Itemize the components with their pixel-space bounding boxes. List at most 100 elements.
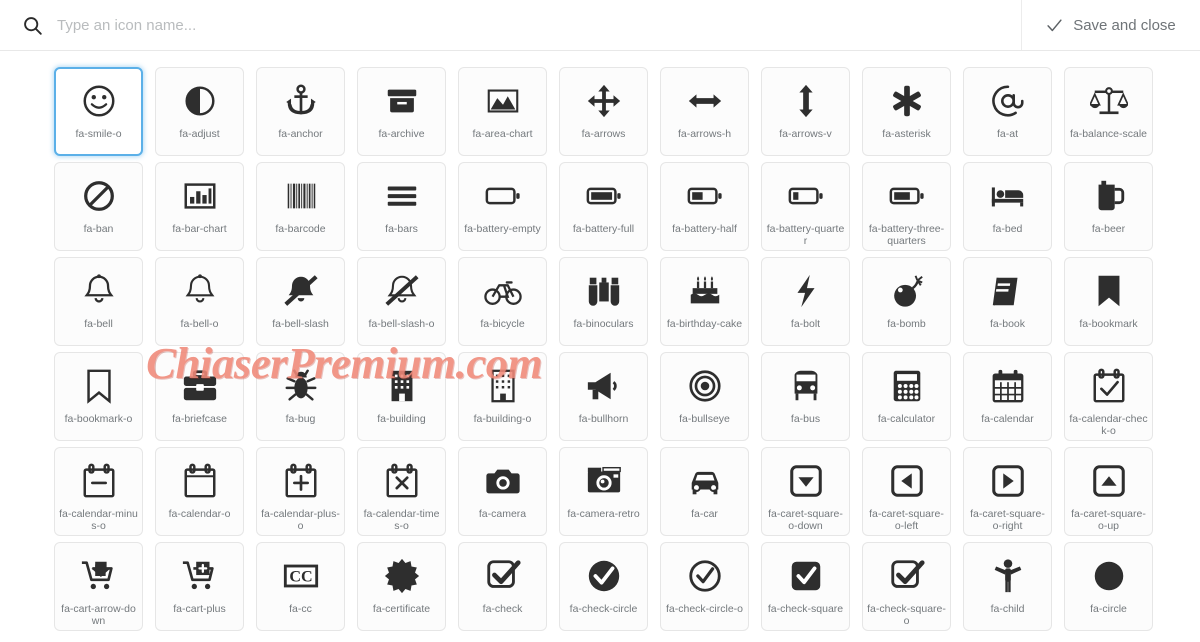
icon-tile-fa-circle[interactable]: fa-circle	[1064, 542, 1153, 631]
search-area[interactable]	[0, 0, 1022, 50]
icon-cell: fa-anchor	[250, 67, 351, 162]
icon-tile-fa-cart-arrow-down[interactable]: fa-cart-arrow-down	[54, 542, 143, 631]
icon-tile-fa-camera[interactable]: fa-camera	[458, 447, 547, 536]
barcode-icon	[281, 176, 321, 216]
icon-tile-fa-balance-scale[interactable]: fa-balance-scale	[1064, 67, 1153, 156]
icon-tile-fa-battery-empty[interactable]: fa-battery-empty	[458, 162, 547, 251]
icon-tile-fa-at[interactable]: fa-at	[963, 67, 1052, 156]
icon-tile-fa-caret-square-o-left[interactable]: fa-caret-square-o-left	[862, 447, 951, 536]
search-input[interactable]	[57, 0, 1021, 50]
icon-label: fa-camera-retro	[567, 508, 640, 520]
icon-tile-fa-bars[interactable]: fa-bars	[357, 162, 446, 251]
icon-tile-fa-area-chart[interactable]: fa-area-chart	[458, 67, 547, 156]
icon-tile-fa-arrows[interactable]: fa-arrows	[559, 67, 648, 156]
icon-tile-fa-bell[interactable]: fa-bell	[54, 257, 143, 346]
icon-tile-fa-check-square-o[interactable]: fa-check-square-o	[862, 542, 951, 631]
icon-tile-fa-barcode[interactable]: fa-barcode	[256, 162, 345, 251]
icon-label: fa-cart-arrow-down	[61, 603, 136, 627]
icon-tile-fa-battery-quarter[interactable]: fa-battery-quarter	[761, 162, 850, 251]
icon-label: fa-arrows-h	[677, 128, 732, 140]
check-icon	[1046, 17, 1063, 34]
icon-cell: fa-calendar-o	[149, 447, 250, 542]
icon-tile-fa-archive[interactable]: fa-archive	[357, 67, 446, 156]
bar-chart-icon	[180, 176, 220, 216]
icon-tile-fa-battery-three-quarters[interactable]: fa-battery-three-quarters	[862, 162, 951, 251]
icon-tile-fa-bar-chart[interactable]: fa-bar-chart	[155, 162, 244, 251]
icon-tile-fa-calendar[interactable]: fa-calendar	[963, 352, 1052, 441]
icon-label: fa-check-square-o	[867, 603, 946, 627]
icon-tile-fa-arrows-h[interactable]: fa-arrows-h	[660, 67, 749, 156]
icon-tile-fa-calendar-minus-o[interactable]: fa-calendar-minus-o	[54, 447, 143, 536]
icon-tile-fa-caret-square-o-right[interactable]: fa-caret-square-o-right	[963, 447, 1052, 536]
icon-tile-fa-bullhorn[interactable]: fa-bullhorn	[559, 352, 648, 441]
icon-tile-fa-bicycle[interactable]: fa-bicycle	[458, 257, 547, 346]
icon-tile-fa-beer[interactable]: fa-beer	[1064, 162, 1153, 251]
icon-tile-fa-caret-square-o-up[interactable]: fa-caret-square-o-up	[1064, 447, 1153, 536]
icon-tile-fa-arrows-v[interactable]: fa-arrows-v	[761, 67, 850, 156]
icon-tile-fa-bomb[interactable]: fa-bomb	[862, 257, 951, 346]
icon-label: fa-child	[990, 603, 1025, 615]
icon-cell: fa-caret-square-o-right	[957, 447, 1058, 542]
icon-tile-fa-child[interactable]: fa-child	[963, 542, 1052, 631]
icon-tile-fa-ban[interactable]: fa-ban	[54, 162, 143, 251]
icon-tile-fa-car[interactable]: fa-car	[660, 447, 749, 536]
icon-tile-fa-battery-half[interactable]: fa-battery-half	[660, 162, 749, 251]
icon-tile-fa-bell-o[interactable]: fa-bell-o	[155, 257, 244, 346]
icon-cell: fa-binoculars	[553, 257, 654, 352]
bars-icon	[382, 176, 422, 216]
icon-tile-fa-anchor[interactable]: fa-anchor	[256, 67, 345, 156]
icon-tile-fa-caret-square-o-down[interactable]: fa-caret-square-o-down	[761, 447, 850, 536]
check-circle-o-icon	[685, 556, 725, 596]
icon-tile-fa-calendar-plus-o[interactable]: fa-calendar-plus-o	[256, 447, 345, 536]
icon-tile-fa-building-o[interactable]: fa-building-o	[458, 352, 547, 441]
icon-cell: fa-battery-quarter	[755, 162, 856, 257]
icon-grid: fa-smile-o fa-adjust fa-anchor fa-archive fa…	[48, 67, 1160, 637]
icon-tile-fa-book[interactable]: fa-book	[963, 257, 1052, 346]
icon-tile-fa-certificate[interactable]: fa-certificate	[357, 542, 446, 631]
icon-tile-fa-bell-slash-o[interactable]: fa-bell-slash-o	[357, 257, 446, 346]
icon-tile-fa-adjust[interactable]: fa-adjust	[155, 67, 244, 156]
icon-tile-fa-camera-retro[interactable]: fa-camera-retro	[559, 447, 648, 536]
icon-cell: fa-car	[654, 447, 755, 542]
icon-label: fa-smile-o	[75, 128, 122, 140]
icon-tile-fa-bullseye[interactable]: fa-bullseye	[660, 352, 749, 441]
save-and-close-button[interactable]: Save and close	[1022, 0, 1200, 50]
icon-label: fa-beer	[1091, 223, 1126, 235]
icon-tile-fa-smile-o[interactable]: fa-smile-o	[54, 67, 143, 156]
icon-tile-fa-bell-slash[interactable]: fa-bell-slash	[256, 257, 345, 346]
icon-cell: fa-bomb	[856, 257, 957, 352]
icon-cell: fa-bullseye	[654, 352, 755, 447]
icon-tile-fa-building[interactable]: fa-building	[357, 352, 446, 441]
icon-tile-fa-check[interactable]: fa-check	[458, 542, 547, 631]
icon-label: fa-calendar-times-o	[363, 508, 440, 532]
icon-tile-fa-cc[interactable]: CC fa-cc	[256, 542, 345, 631]
icon-tile-fa-check-square[interactable]: fa-check-square	[761, 542, 850, 631]
beer-icon	[1089, 176, 1129, 216]
icon-cell: fa-birthday-cake	[654, 257, 755, 352]
icon-tile-fa-bus[interactable]: fa-bus	[761, 352, 850, 441]
icon-tile-fa-bug[interactable]: fa-bug	[256, 352, 345, 441]
icon-tile-fa-bookmark[interactable]: fa-bookmark	[1064, 257, 1153, 346]
icon-tile-fa-check-circle-o[interactable]: fa-check-circle-o	[660, 542, 749, 631]
icon-tile-fa-calendar-o[interactable]: fa-calendar-o	[155, 447, 244, 536]
icon-tile-fa-bed[interactable]: fa-bed	[963, 162, 1052, 251]
icon-tile-fa-calendar-times-o[interactable]: fa-calendar-times-o	[357, 447, 446, 536]
icon-tile-fa-asterisk[interactable]: fa-asterisk	[862, 67, 951, 156]
icon-cell: fa-caret-square-o-left	[856, 447, 957, 542]
icon-tile-fa-binoculars[interactable]: fa-binoculars	[559, 257, 648, 346]
icon-tile-fa-bolt[interactable]: fa-bolt	[761, 257, 850, 346]
icon-tile-fa-briefcase[interactable]: fa-briefcase	[155, 352, 244, 441]
icon-tile-fa-bookmark-o[interactable]: fa-bookmark-o	[54, 352, 143, 441]
icon-cell: fa-building	[351, 352, 452, 447]
icon-cell: fa-camera	[452, 447, 553, 542]
icon-cell: fa-circle	[1058, 542, 1159, 637]
icon-tile-fa-birthday-cake[interactable]: fa-birthday-cake	[660, 257, 749, 346]
icon-tile-fa-calendar-check-o[interactable]: fa-calendar-check-o	[1064, 352, 1153, 441]
icon-tile-fa-cart-plus[interactable]: fa-cart-plus	[155, 542, 244, 631]
icon-tile-fa-battery-full[interactable]: fa-battery-full	[559, 162, 648, 251]
child-icon	[988, 556, 1028, 596]
icon-label: fa-battery-half	[672, 223, 737, 235]
icon-tile-fa-check-circle[interactable]: fa-check-circle	[559, 542, 648, 631]
icon-cell: fa-beer	[1058, 162, 1159, 257]
icon-tile-fa-calculator[interactable]: fa-calculator	[862, 352, 951, 441]
